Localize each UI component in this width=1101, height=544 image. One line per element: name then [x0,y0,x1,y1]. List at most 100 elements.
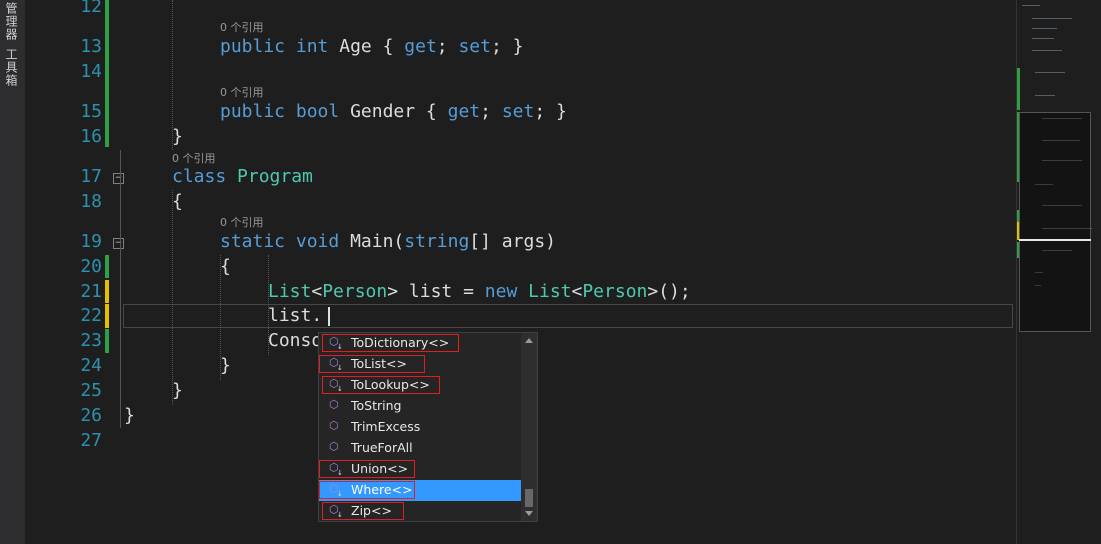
code-line[interactable]: } [220,354,231,378]
code-token: Main( [350,231,405,252]
code-line[interactable]: Conso [268,329,322,353]
code-line[interactable]: class Program [172,165,313,189]
code-token: > list = [387,281,485,302]
completion-item[interactable]: ⬡ TrimExcess [319,417,521,438]
minimap-caret-line [1019,239,1091,241]
codelens-references[interactable]: 0 个引用 [220,84,264,100]
completion-item[interactable]: ⬡ TrueForAll [319,438,521,459]
code-token: >(); [647,281,691,302]
side-tool-tabs: 管理器 工具箱 [0,0,26,544]
code-token: ; [436,36,459,57]
indent-guide [220,255,221,380]
completion-item[interactable]: ⬡ ↓ ToLookup<> [319,375,521,396]
indent-guide [268,255,269,355]
codelens-references[interactable]: 0 个引用 [220,214,264,230]
minimap-code-line [1022,5,1040,6]
completion-item[interactable]: ⬡ ↓ Union<> [319,459,521,480]
line-number: 27 [80,430,102,451]
code-line[interactable]: list. [268,304,322,328]
completion-item-label: ToString [351,398,402,413]
scroll-thumb[interactable] [525,489,533,507]
keyword-token: class [172,166,227,187]
change-indicator [105,255,109,278]
code-line[interactable]: { [172,190,183,214]
code-line[interactable]: public int Age { get; set; } [220,35,524,59]
left-margin [25,0,45,544]
side-tab-toolbox[interactable]: 工具箱 [3,48,20,87]
intellisense-completion-list[interactable]: ⬡ ↓ ToDictionary<> ⬡ ↓ ToList<> ⬡ ↓ ToLookup<> ⬡ T… [318,332,538,522]
scroll-up-arrow-icon[interactable] [525,338,533,343]
completion-item[interactable]: ⬡ ↓ Where<> [319,480,521,501]
keyword-token: static [220,231,286,252]
red-annotation-box [322,502,404,520]
method-icon: ⬡ [329,398,339,411]
scroll-down-arrow-icon[interactable] [525,511,533,516]
fold-collapse-icon[interactable]: − [113,173,124,184]
completion-item[interactable]: ⬡ ↓ ToDictionary<> [319,333,521,354]
keyword-token: bool [295,101,340,122]
keyword-token: int [295,36,329,57]
completion-item[interactable]: ⬡ ↓ Zip<> [319,501,521,522]
code-token: ; [480,101,502,122]
line-number: 13 [80,36,102,57]
codelens-references[interactable]: 0 个引用 [172,150,216,166]
codelens-references[interactable]: 0 个引用 [220,19,264,35]
completion-item[interactable]: ⬡ ↓ ToList<> [319,354,521,375]
code-token: ; } [490,36,524,57]
text-caret [328,307,330,326]
line-number: 12 [80,0,102,17]
code-line[interactable]: } [124,404,135,428]
keyword-token: set [458,36,491,57]
code-token: } [172,126,183,147]
code-line[interactable]: } [172,379,183,403]
method-icon: ⬡ [329,419,339,432]
red-annotation-box [319,460,415,478]
keyword-token: string [404,231,470,252]
code-line[interactable]: static void Main(string[] args) [220,230,556,254]
change-indicator [105,329,109,353]
minimap-code-line [1032,50,1062,51]
completion-item[interactable]: ⬡ ToString [319,396,521,417]
minimap-code-line [1032,28,1057,29]
scope-line [120,150,121,428]
side-tab-manager[interactable]: 管理器 [3,2,20,41]
line-number: 18 [80,191,102,212]
code-token: { [220,256,231,277]
keyword-token: new [484,281,518,302]
type-token: Program [237,166,313,187]
code-line[interactable]: List<Person> list = new List<Person>(); [268,280,691,304]
line-number: 20 [80,256,102,277]
code-token: } [172,380,183,401]
keyword-token: void [295,231,340,252]
line-number: 25 [80,380,102,401]
completion-item-label: TrueForAll [351,440,413,455]
code-token: [] args) [469,231,556,252]
code-token: } [220,355,231,376]
code-line[interactable]: } [172,125,183,149]
indent-guide [172,190,173,405]
type-token: Person [582,281,648,302]
change-indicator [105,304,109,328]
keyword-token: public [220,101,286,122]
code-line[interactable]: public bool Gender { get; set; } [220,100,567,124]
fold-collapse-icon[interactable]: − [113,238,124,249]
keyword-token: get [404,36,437,57]
minimap-viewport[interactable] [1019,112,1091,332]
line-number: 26 [80,405,102,426]
type-token: List [268,281,312,302]
code-token: ; } [534,101,567,122]
line-number: 16 [80,126,102,147]
red-annotation-box [322,334,459,352]
code-line[interactable]: { [220,255,231,279]
keyword-token: public [220,36,286,57]
type-token: Person [322,281,388,302]
code-minimap[interactable] [1016,0,1101,544]
current-line-highlight [123,304,1013,328]
completion-scrollbar[interactable] [521,333,537,521]
code-token: < [571,281,583,302]
code-token: { [172,191,183,212]
